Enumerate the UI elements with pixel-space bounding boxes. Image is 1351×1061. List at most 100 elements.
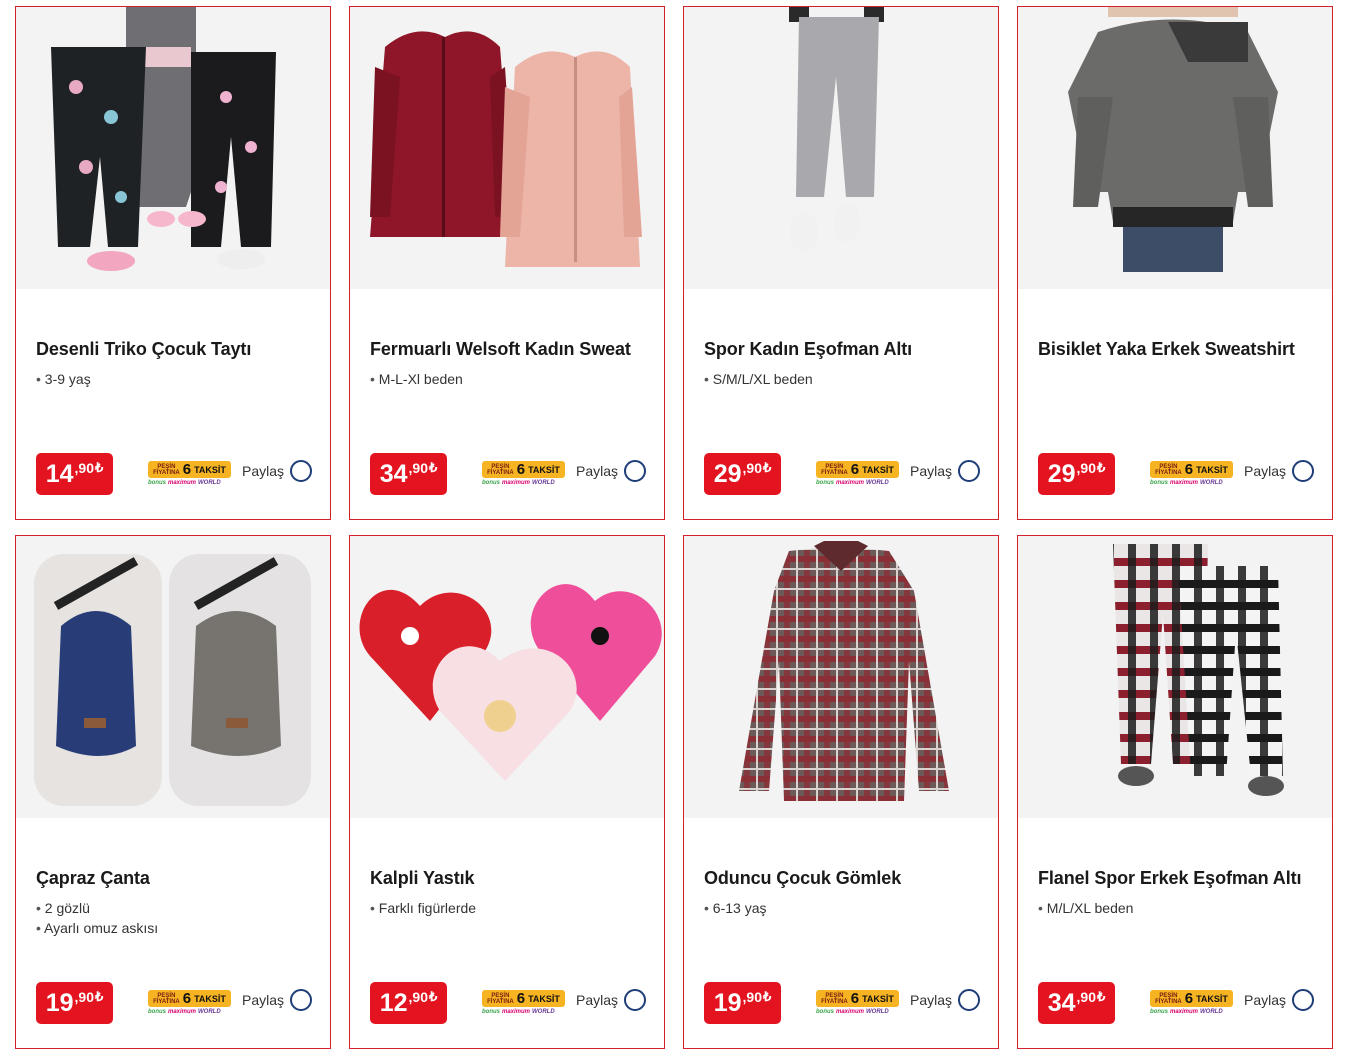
maximum-logo: maximum — [502, 1009, 531, 1015]
installment-badge: PEŞİN FİYATINA 6 TAKSİT bonus maximum WORLD — [816, 990, 900, 1020]
product-features: 6-13 yaş — [704, 898, 767, 918]
card-logos: bonus maximum WORLD — [148, 480, 232, 486]
share-circle-icon[interactable] — [624, 460, 647, 482]
share-button[interactable]: Paylaş — [910, 460, 981, 482]
price-cents: ,90 — [408, 460, 428, 476]
price-cents: ,90 — [1076, 989, 1096, 1005]
fiyatina-label: FİYATINA — [1155, 469, 1182, 476]
product-image-crossbag[interactable] — [16, 536, 330, 818]
maximum-logo: maximum — [1170, 1009, 1199, 1015]
feature-item: 6-13 yaş — [704, 898, 767, 918]
share-circle-icon[interactable] — [290, 989, 313, 1011]
installment-number: 6 — [516, 990, 526, 1007]
fiyatina-label: FİYATINA — [1155, 998, 1182, 1005]
installment-number: 6 — [850, 990, 860, 1007]
installment-number: 6 — [850, 461, 860, 478]
feature-item: 3-9 yaş — [36, 369, 91, 389]
price-main: 29 — [713, 460, 742, 488]
share-label: Paylaş — [576, 463, 619, 479]
installment-word: TAKSİT — [528, 993, 560, 1004]
share-button[interactable]: Paylaş — [576, 460, 647, 482]
product-features: S/M/L/XL beden — [704, 369, 813, 389]
maximum-logo: maximum — [1170, 480, 1199, 486]
price-cents: ,90 — [742, 460, 762, 476]
price-badge: 12,90 ₺ — [370, 982, 447, 1024]
feature-item: 2 gözlü — [36, 898, 158, 918]
product-card[interactable]: Spor Kadın Eşofman Altı S/M/L/XL beden 2… — [683, 6, 999, 520]
price-cents: ,90 — [74, 989, 94, 1005]
product-title[interactable]: Çapraz Çanta — [36, 868, 150, 889]
product-features: M/L/XL beden — [1038, 898, 1134, 918]
card-logos: bonus maximum WORLD — [816, 1009, 900, 1015]
product-image-sweatshirt[interactable] — [1018, 7, 1332, 289]
product-card[interactable]: Bisiklet Yaka Erkek Sweatshirt 29,90 ₺ PE… — [1017, 6, 1333, 520]
product-image-flannel-pants[interactable] — [1018, 536, 1332, 818]
product-card[interactable]: Fermuarlı Welsoft Kadın Sweat M-L-Xl bed… — [349, 6, 665, 520]
product-card[interactable]: Çapraz Çanta 2 gözlü Ayarlı omuz askısı … — [15, 535, 331, 1049]
share-circle-icon[interactable] — [1292, 989, 1315, 1011]
feature-item: M-L-Xl beden — [370, 369, 463, 389]
world-logo: WORLD — [1200, 480, 1223, 486]
product-image-sweat[interactable] — [350, 7, 664, 289]
card-logos: bonus maximum WORLD — [148, 1009, 232, 1015]
world-logo: WORLD — [198, 480, 221, 486]
share-button[interactable]: Paylaş — [576, 989, 647, 1011]
share-circle-icon[interactable] — [624, 989, 647, 1011]
share-button[interactable]: Paylaş — [242, 460, 313, 482]
world-logo: WORLD — [866, 1009, 889, 1015]
installment-word: TAKSİT — [528, 464, 560, 475]
price-main: 19 — [713, 989, 742, 1017]
product-title[interactable]: Fermuarlı Welsoft Kadın Sweat — [370, 339, 631, 360]
currency-symbol: ₺ — [763, 989, 772, 1004]
installment-word: TAKSİT — [1196, 464, 1228, 475]
currency-symbol: ₺ — [95, 989, 104, 1004]
installment-word: TAKSİT — [862, 464, 894, 475]
share-circle-icon[interactable] — [958, 460, 981, 482]
installment-word: TAKSİT — [194, 993, 226, 1004]
price-badge: 34,90 ₺ — [370, 453, 447, 495]
installment-number: 6 — [182, 461, 192, 478]
world-logo: WORLD — [1200, 1009, 1223, 1015]
maximum-logo: maximum — [168, 480, 197, 486]
product-image-leggings[interactable] — [16, 7, 330, 289]
price-main: 34 — [379, 460, 408, 488]
product-image-flannel-shirt[interactable] — [684, 536, 998, 818]
product-image-joggers[interactable] — [684, 7, 998, 289]
product-card[interactable]: Flanel Spor Erkek Eşofman Altı M/L/XL be… — [1017, 535, 1333, 1049]
installment-number: 6 — [1184, 461, 1194, 478]
installment-word: TAKSİT — [862, 993, 894, 1004]
product-card[interactable]: Kalpli Yastık Farklı figürlerde 12,90₺ P… — [349, 535, 665, 1049]
price-main: 29 — [1047, 460, 1076, 488]
product-card[interactable]: Desenli Triko Çocuk Taytı 3-9 yaş 14,90₺… — [15, 6, 331, 520]
bonus-logo: bonus — [1150, 480, 1168, 486]
bonus-logo: bonus — [482, 480, 500, 486]
product-title[interactable]: Desenli Triko Çocuk Taytı — [36, 339, 251, 360]
currency-symbol: ₺ — [1097, 989, 1106, 1004]
product-title[interactable]: Oduncu Çocuk Gömlek — [704, 868, 901, 889]
installment-word: TAKSİT — [194, 464, 226, 475]
fiyatina-label: FİYATINA — [487, 998, 514, 1005]
product-image-heart-pillow[interactable] — [350, 536, 664, 818]
share-label: Paylaş — [910, 992, 953, 1008]
price-cents: ,90 — [1076, 460, 1096, 476]
fiyatina-label: FİYATINA — [821, 469, 848, 476]
share-circle-icon[interactable] — [290, 460, 313, 482]
share-button[interactable]: Paylaş — [242, 989, 313, 1011]
fiyatina-label: FİYATINA — [153, 469, 180, 476]
product-title[interactable]: Flanel Spor Erkek Eşofman Altı — [1038, 868, 1302, 889]
world-logo: WORLD — [866, 480, 889, 486]
maximum-logo: maximum — [168, 1009, 197, 1015]
share-button[interactable]: Paylaş — [1244, 460, 1315, 482]
price-badge: 19,90 ₺ — [36, 982, 113, 1024]
product-title[interactable]: Bisiklet Yaka Erkek Sweatshirt — [1038, 339, 1295, 360]
share-label: Paylaş — [1244, 992, 1287, 1008]
product-title[interactable]: Kalpli Yastık — [370, 868, 475, 889]
price-cents: ,90 — [742, 989, 762, 1005]
share-button[interactable]: Paylaş — [910, 989, 981, 1011]
product-title[interactable]: Spor Kadın Eşofman Altı — [704, 339, 912, 360]
share-circle-icon[interactable] — [958, 989, 981, 1011]
product-card[interactable]: Oduncu Çocuk Gömlek 6-13 yaş 19,90₺ PEŞİ… — [683, 535, 999, 1049]
share-button[interactable]: Paylaş — [1244, 989, 1315, 1011]
feature-item: Farklı figürlerde — [370, 898, 476, 918]
share-circle-icon[interactable] — [1292, 460, 1315, 482]
